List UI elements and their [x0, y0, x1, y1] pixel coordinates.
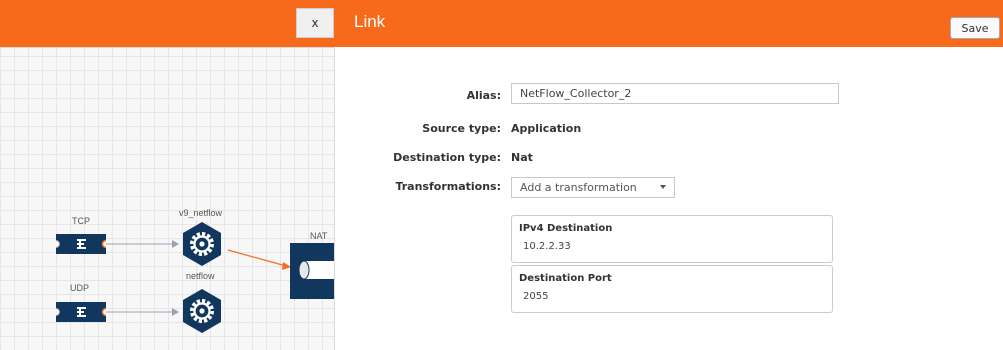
input-port: [56, 240, 60, 248]
ipv4-destination-card[interactable]: IPv4 Destination 10.2.2.33: [511, 215, 833, 263]
connections: [106, 240, 291, 316]
output-port: [101, 307, 106, 317]
source-type-label: Source type:: [422, 122, 501, 135]
transformations-select[interactable]: Add a transformation: [511, 177, 675, 198]
link-dialog-header: Link Save: [334, 0, 1003, 47]
close-label: x: [311, 16, 319, 30]
alias-value: NetFlow_Collector_2: [520, 87, 632, 100]
v9-netflow-node[interactable]: [178, 220, 226, 268]
link-form: Alias: NetFlow_Collector_2 Source type: …: [334, 47, 1003, 350]
save-button[interactable]: Save: [950, 17, 1000, 39]
destination-port-card[interactable]: Destination Port 2055: [511, 265, 833, 313]
alias-label: Alias:: [466, 89, 501, 102]
ipv4-destination-value: 10.2.2.33: [523, 241, 571, 252]
close-button[interactable]: x: [296, 8, 334, 38]
udp-label: UDP: [70, 283, 90, 293]
save-label: Save: [961, 21, 989, 35]
nat-node[interactable]: [290, 243, 334, 299]
chevron-down-icon: [660, 185, 666, 189]
udp-node[interactable]: [56, 302, 106, 322]
gear-icon: [190, 299, 214, 323]
netflow-node[interactable]: [178, 287, 226, 335]
tcp-node[interactable]: [56, 234, 106, 254]
input-port: [56, 308, 60, 316]
map-canvas[interactable]: TCP UDP v9_netflow netflow NAT x: [0, 0, 334, 350]
ipv4-destination-label: IPv4 Destination: [519, 223, 613, 234]
selected-link[interactable]: [227, 249, 287, 267]
stack-icon: [77, 307, 86, 317]
tcp-label: TCP: [72, 216, 90, 226]
dialog-title: Link: [354, 12, 386, 31]
tunnel-icon: [298, 260, 334, 280]
v9-netflow-label: v9_netflow: [179, 208, 223, 218]
destination-type-label: Destination type:: [393, 151, 501, 164]
destination-port-value: 2055: [523, 291, 549, 302]
source-type-value: Application: [511, 122, 582, 135]
nat-label: NAT: [310, 231, 328, 241]
netflow-label: netflow: [186, 271, 215, 281]
stack-icon: [77, 239, 86, 249]
alias-input[interactable]: NetFlow_Collector_2: [511, 83, 839, 104]
destination-port-label: Destination Port: [519, 273, 612, 284]
transformations-placeholder: Add a transformation: [520, 181, 637, 194]
gear-icon: [190, 232, 214, 256]
transformations-label: Transformations:: [395, 180, 501, 193]
output-port: [101, 239, 106, 249]
destination-type-value: Nat: [511, 151, 533, 164]
